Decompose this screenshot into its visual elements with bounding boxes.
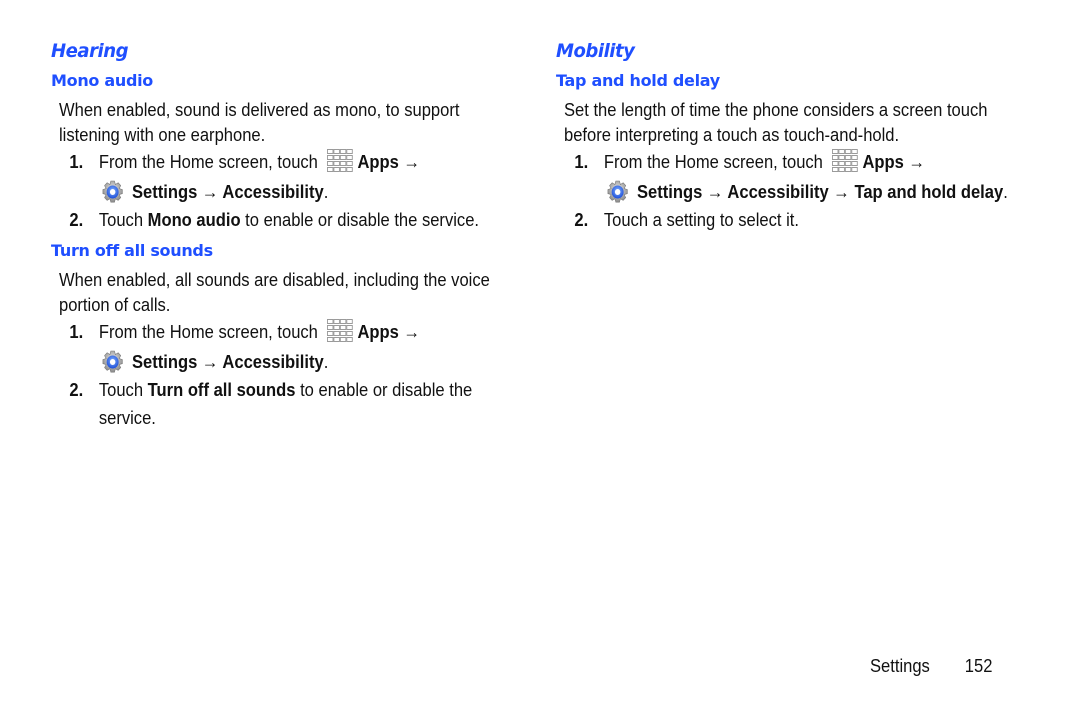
section-title-mobility: Mobility [556, 40, 635, 62]
settings-path: Settings → Accessibility [131, 182, 324, 202]
right-column: Mobility Tap and hold delay Set the leng… [556, 38, 1008, 234]
step-number: 2. [574, 210, 589, 230]
apps-grid-icon [326, 318, 354, 344]
step-text: to enable or disable the [300, 380, 473, 400]
step-number: 1. [69, 152, 84, 172]
settings-gear-icon [604, 176, 632, 206]
step-text: to enable or disable the service. [245, 210, 480, 230]
mono-audio-step-1: 1. From the Home screen, touch Apps → Se… [51, 148, 550, 206]
subsection-title-mono-audio: Mono audio [51, 71, 153, 90]
step-suffix: . [323, 182, 329, 202]
apps-grid-icon [831, 148, 859, 174]
settings-path: Settings → Accessibility [131, 352, 324, 372]
step-line-2: Settings → Accessibility. [99, 346, 550, 376]
step-text: Touch a setting to select it. [603, 210, 799, 230]
subsection-title-tap-and-hold-delay: Tap and hold delay [556, 71, 720, 90]
apps-label: Apps → [357, 152, 421, 172]
step-bold-term: Turn off all sounds [147, 380, 296, 400]
step-number: 1. [69, 322, 84, 342]
tap-hold-description: Set the length of time the phone conside… [564, 100, 988, 145]
step-text: From the Home screen, touch [603, 152, 823, 172]
step-text: From the Home screen, touch [98, 152, 318, 172]
footer-section-name: Settings [870, 656, 930, 676]
step-line-2: Settings → Accessibility → Tap and hold … [604, 176, 1055, 206]
turn-off-sounds-step-1: 1. From the Home screen, touch Apps → Se… [51, 318, 550, 376]
mono-audio-description: When enabled, sound is delivered as mono… [59, 100, 460, 145]
tap-hold-step-1: 1. From the Home screen, touch Apps → Se… [556, 148, 1055, 206]
apps-grid-icon [326, 148, 354, 174]
turn-off-sounds-step-2: 2. Touch Turn off all sounds to enable o… [51, 376, 550, 432]
page-footer: Settings 152 [870, 656, 992, 677]
settings-gear-icon [99, 176, 127, 206]
step-number: 1. [574, 152, 589, 172]
step-text: Touch [98, 210, 144, 230]
step-line-2: Settings → Accessibility. [99, 176, 550, 206]
apps-label: Apps → [357, 322, 421, 342]
settings-path: Settings → Accessibility → Tap and hold … [636, 182, 1004, 202]
tap-hold-step-2: 2. Touch a setting to select it. [556, 206, 1055, 234]
settings-gear-icon [99, 346, 127, 376]
section-title-hearing: Hearing [51, 40, 129, 62]
step-suffix: . [1003, 182, 1008, 202]
subsection-title-turn-off-all-sounds: Turn off all sounds [51, 241, 213, 260]
left-column: Hearing Mono audio When enabled, sound i… [51, 38, 501, 432]
step-suffix: . [323, 352, 329, 372]
apps-label: Apps → [862, 152, 926, 172]
step-number: 2. [69, 210, 84, 230]
step-number: 2. [69, 380, 84, 400]
step-text: Touch [98, 380, 144, 400]
step-bold-term: Mono audio [147, 210, 241, 230]
step-text: From the Home screen, touch [98, 322, 318, 342]
turn-off-sounds-description: When enabled, all sounds are disabled, i… [59, 270, 490, 315]
step-line-2: service. [98, 408, 156, 428]
page-number: 152 [964, 656, 993, 676]
mono-audio-step-2: 2. Touch Mono audio to enable or disable… [51, 206, 550, 234]
